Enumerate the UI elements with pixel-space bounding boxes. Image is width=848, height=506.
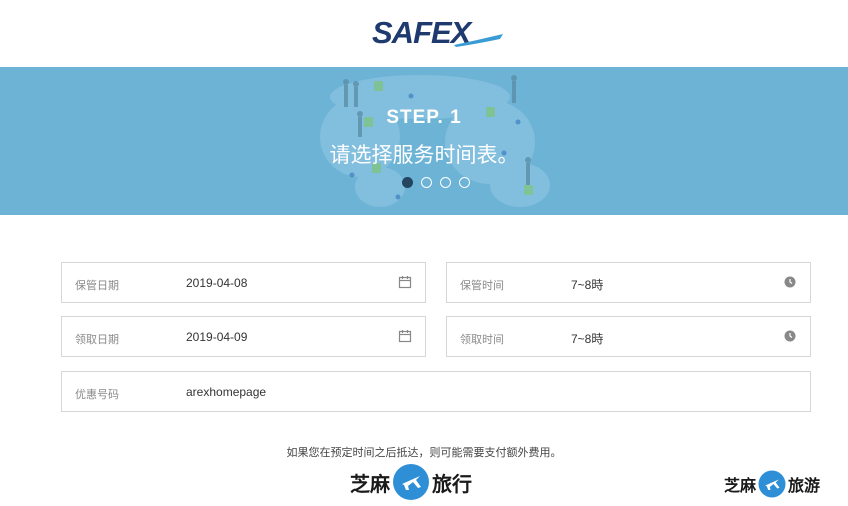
watermark-left-text: 芝麻: [724, 478, 757, 495]
step-subtitle: 请选择服务时间表。: [329, 144, 519, 167]
storage-time-value[interactable]: 7~8時: [571, 276, 603, 293]
coupon-input[interactable]: arexhomepage: [186, 385, 266, 399]
step-banner: STEP. 1 请选择服务时间表。: [0, 67, 848, 215]
pickup-date-label: 领取日期: [75, 334, 119, 346]
carousel-indicators: [402, 177, 470, 188]
carousel-dot-4[interactable]: [459, 177, 470, 188]
watermark-left-text: 芝麻: [350, 473, 390, 496]
pickup-date-value[interactable]: 2019-04-09: [186, 330, 247, 344]
watermark-center: 芝麻 旅行: [350, 462, 472, 502]
safex-logo[interactable]: SAFEX: [368, 12, 508, 52]
watermark-right-text: 旅游: [788, 478, 821, 495]
pickup-time-field[interactable]: 领取时间 7~8時: [446, 316, 811, 357]
storage-date-label: 保管日期: [75, 280, 119, 292]
storage-time-label: 保管时间: [460, 280, 504, 292]
coupon-label: 优惠号码: [75, 389, 119, 401]
clock-icon[interactable]: [783, 275, 797, 289]
storage-date-value[interactable]: 2019-04-08: [186, 276, 247, 290]
calendar-icon[interactable]: [398, 275, 412, 289]
carousel-dot-2[interactable]: [421, 177, 432, 188]
airplane-icon: [393, 464, 429, 500]
carousel-dot-3[interactable]: [440, 177, 451, 188]
late-arrival-notice: 如果您在预定时间之后抵达，则可能需要支付额外费用。: [286, 447, 562, 459]
step-title: STEP. 1: [386, 107, 462, 128]
coupon-field[interactable]: 优惠号码 arexhomepage: [61, 371, 811, 412]
watermark-right-text: 旅行: [432, 473, 472, 496]
pickup-time-label: 领取时间: [460, 334, 504, 346]
pickup-time-value[interactable]: 7~8時: [571, 330, 603, 347]
storage-date-field[interactable]: 保管日期 2019-04-08: [61, 262, 426, 303]
carousel-dot-1[interactable]: [402, 177, 413, 188]
header: SAFEX: [0, 0, 848, 67]
watermark-corner: 芝麻 旅游: [724, 469, 820, 499]
airplane-icon: [758, 470, 786, 498]
storage-time-field[interactable]: 保管时间 7~8時: [446, 262, 811, 303]
calendar-icon[interactable]: [398, 329, 412, 343]
pickup-date-field[interactable]: 领取日期 2019-04-09: [61, 316, 426, 357]
page: SAFEX STEP. 1 请选择服务时间表。 保管日期 2019-04-08 …: [0, 0, 848, 506]
clock-icon[interactable]: [783, 329, 797, 343]
